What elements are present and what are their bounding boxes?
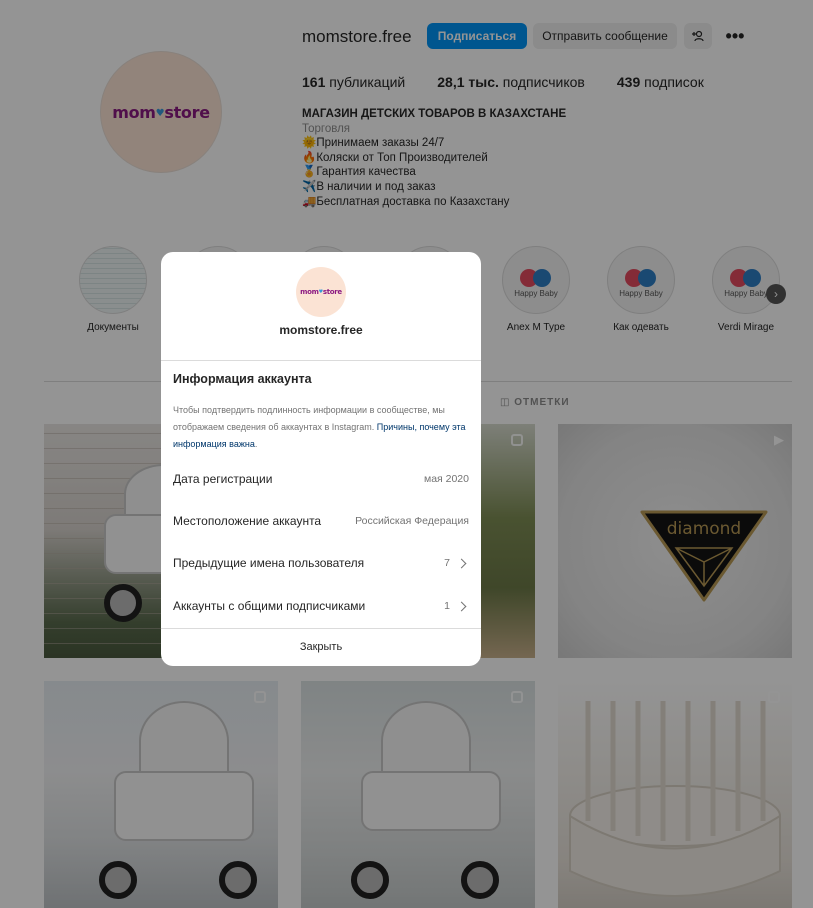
- former-usernames-row[interactable]: Предыдущие имена пользователя 7: [173, 556, 469, 570]
- shared-followers-row[interactable]: Аккаунты с общими подписчиками 1: [173, 599, 469, 613]
- registration-date-row: Дата регистрации мая 2020: [173, 472, 469, 486]
- close-button[interactable]: Закрыть: [161, 641, 481, 653]
- chevron-right-icon: [456, 558, 467, 568]
- brand-logo: mom♥store: [300, 288, 342, 296]
- account-info-dialog: mom♥store momstore.free Информация аккау…: [161, 252, 481, 666]
- divider: [161, 360, 481, 361]
- modal-username: momstore.free: [279, 323, 363, 337]
- divider: [161, 628, 481, 629]
- account-location-row: Местоположение аккаунта Российская Федер…: [173, 514, 469, 528]
- modal-avatar: mom♥store: [296, 267, 346, 317]
- modal-title: Информация аккаунта: [173, 372, 312, 386]
- modal-description: Чтобы подтвердить подлинность информации…: [173, 405, 466, 449]
- chevron-right-icon: [456, 601, 467, 611]
